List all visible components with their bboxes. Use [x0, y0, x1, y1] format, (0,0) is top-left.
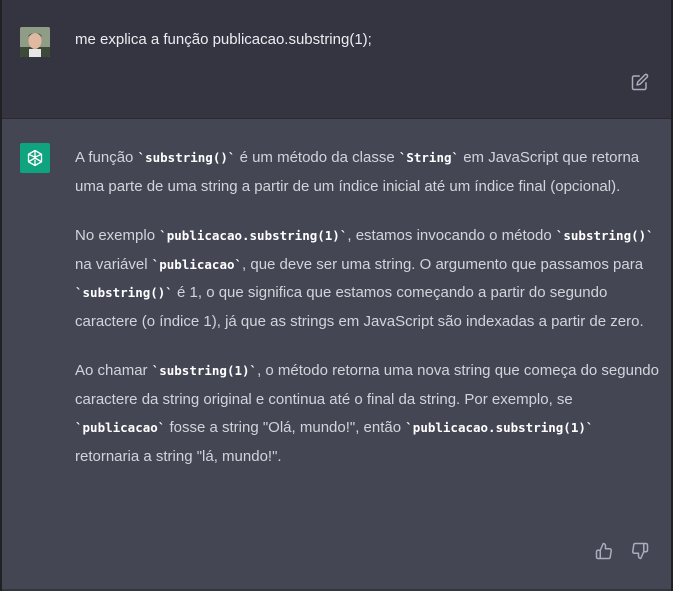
inline-code: `publicacao` [151, 256, 243, 272]
text-span: na variável [75, 255, 152, 273]
assistant-message-text: A função `substring()` é um método da cl… [75, 144, 660, 492]
user-avatar [20, 27, 50, 57]
thumbs-up-icon[interactable] [595, 542, 613, 560]
text-span: retornaria a string "lá, mundo!". [75, 447, 282, 465]
text-span: , que deve ser uma string. O argumento q… [242, 255, 644, 273]
openai-logo-icon [20, 143, 50, 173]
text-span: é um método da classe [235, 149, 399, 166]
text-span: Ao chamar [75, 362, 152, 379]
chat-window: me explica a função publicacao.substring… [0, 0, 673, 591]
text-span: fosse a string "Olá, mundo!", então [165, 419, 406, 436]
thumbs-down-icon[interactable] [631, 542, 649, 560]
inline-code: `publicacao.substring(1)` [159, 228, 348, 243]
inline-code: `publicacao.substring(1)` [405, 420, 594, 435]
inline-code: `substring()` [75, 285, 173, 300]
text-span: A função [75, 149, 138, 166]
answer-paragraph-2: No exemplo `publicacao.substring(1)`, es… [75, 222, 660, 336]
inline-code: `publicacao` [75, 420, 166, 435]
inline-code: `substring(1)` [151, 363, 258, 378]
answer-paragraph-1: A função `substring()` é um método da cl… [75, 144, 660, 201]
inline-code: `substring()` [137, 150, 236, 165]
text-span: No exemplo [75, 227, 160, 244]
answer-paragraph-3: Ao chamar `substring(1)`, o método retor… [75, 357, 660, 471]
user-message-row: me explica a função publicacao.substring… [2, 0, 671, 119]
inline-code: `substring()` [555, 228, 654, 243]
user-message-text: me explica a função publicacao.substring… [75, 31, 372, 48]
assistant-message-row: A função `substring()` é um método da cl… [2, 119, 671, 589]
edit-icon[interactable] [631, 73, 649, 91]
text-span: , estamos invocando o método [347, 227, 556, 244]
inline-code: `String` [398, 150, 460, 165]
